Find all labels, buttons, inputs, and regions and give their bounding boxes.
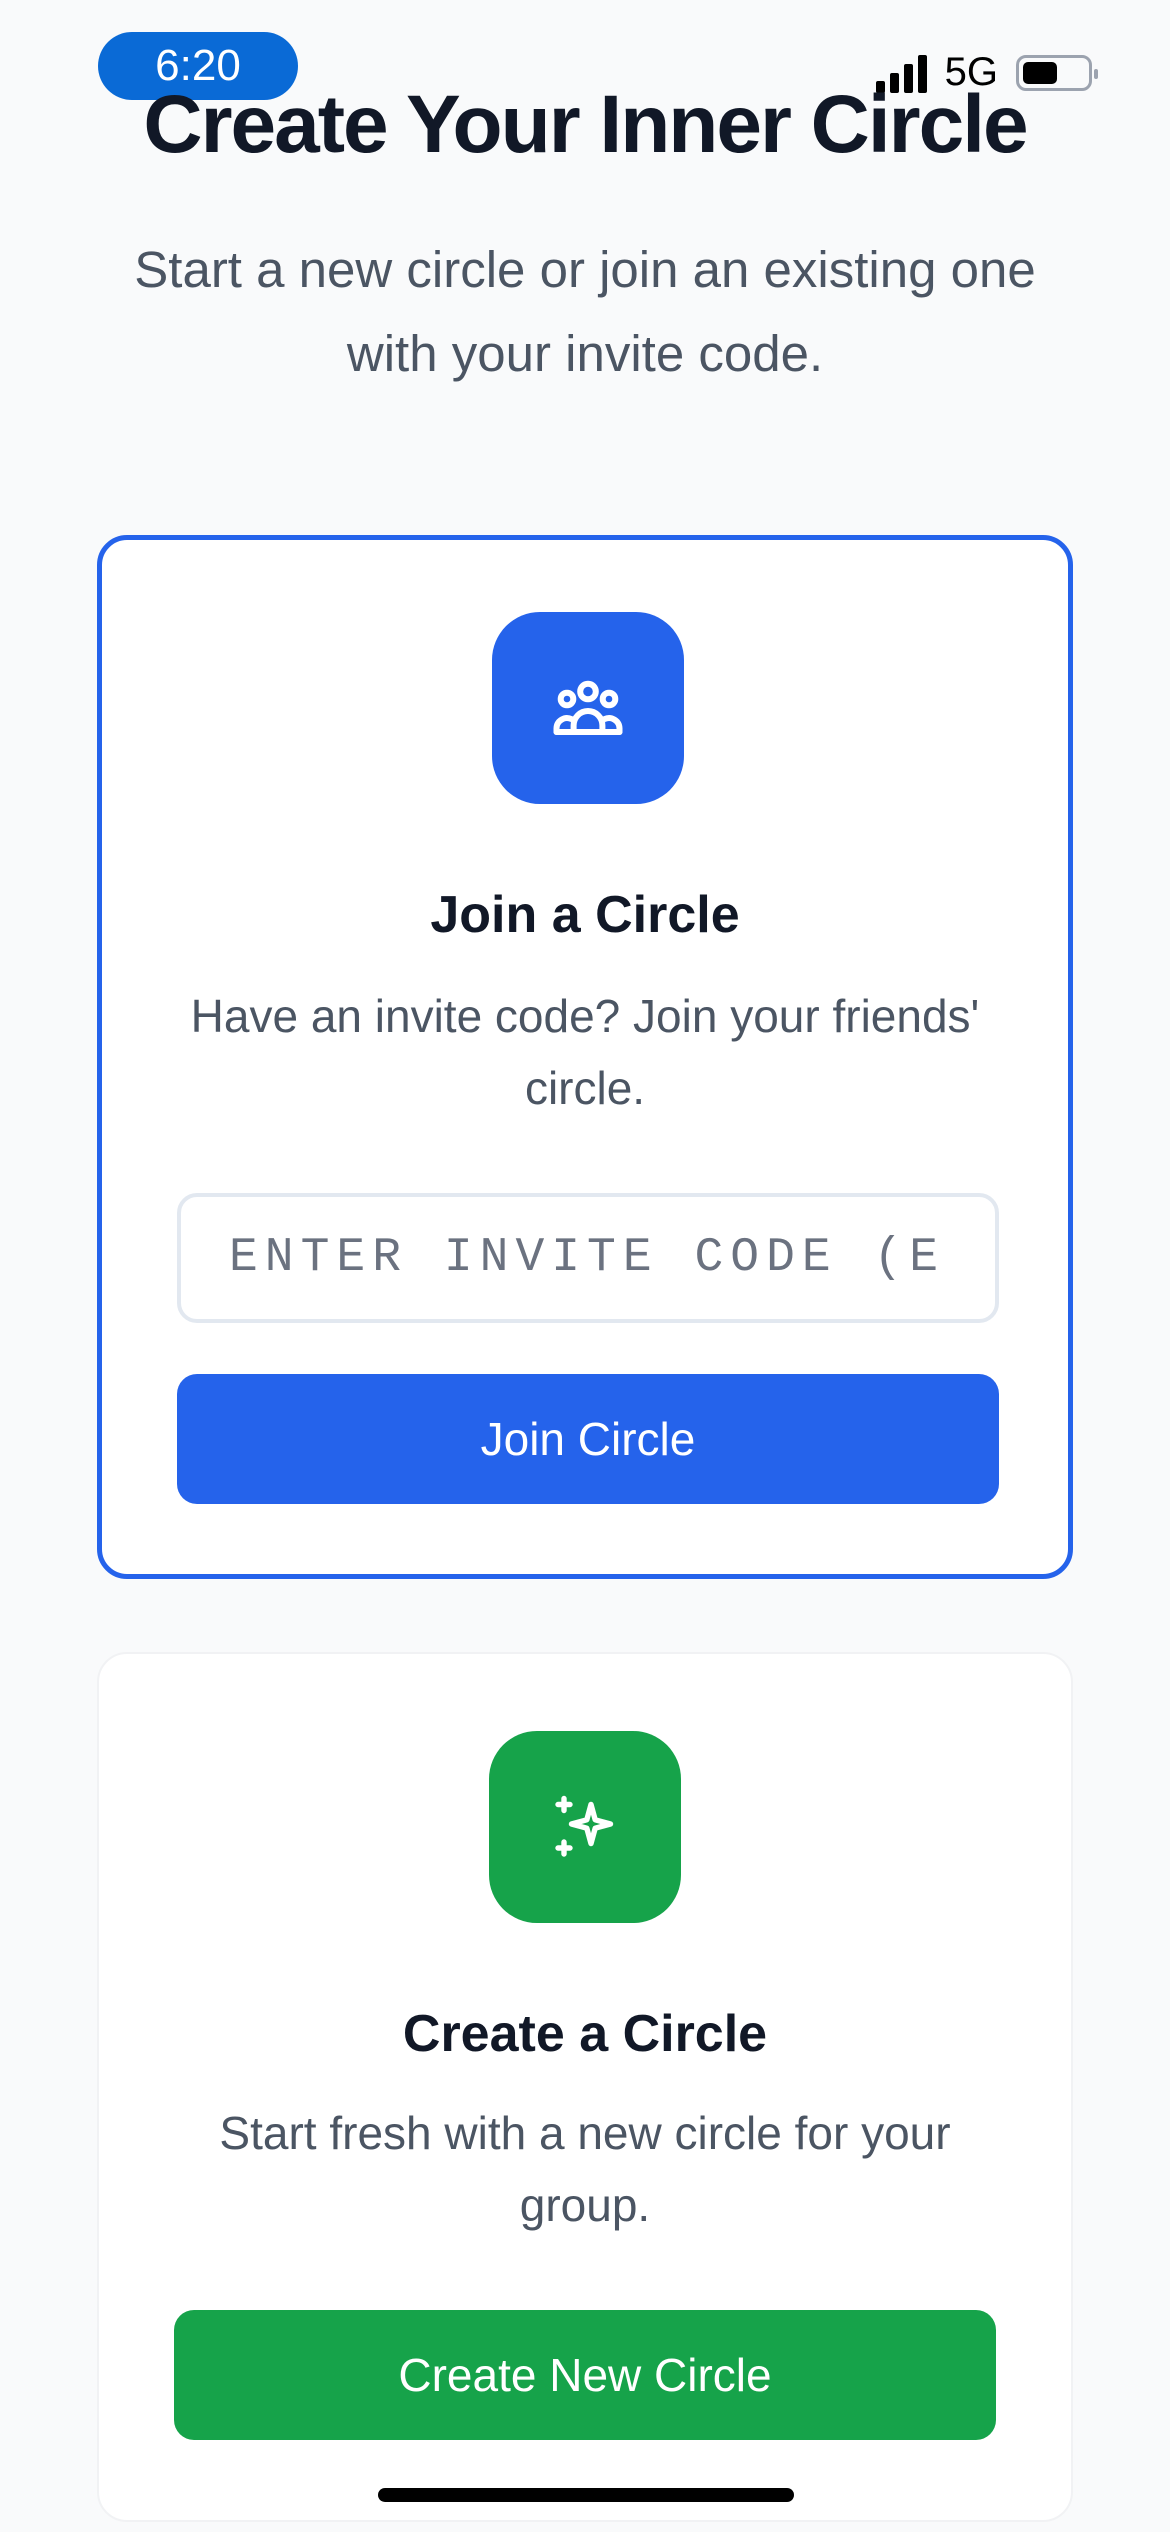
sparkles-icon	[555, 1795, 614, 1857]
create-new-circle-button[interactable]: Create New Circle	[174, 2310, 996, 2440]
page-title: Create Your Inner Circle	[143, 79, 1028, 170]
create-card-description: Start fresh with a new circle for your g…	[219, 2107, 951, 2231]
invite-code-input[interactable]	[177, 1193, 999, 1323]
create-circle-card: Create a Circle Start fresh with a new c…	[97, 1652, 1073, 2522]
page-subtitle: Start a new circle or join an existing o…	[134, 241, 1036, 382]
create-icon-badge	[489, 1731, 681, 1923]
join-circle-card: Join a Circle Have an invite code? Join …	[97, 535, 1073, 1579]
create-card-title: Create a Circle	[402, 2005, 768, 2063]
join-card-description: Have an invite code? Join your friends' …	[190, 990, 980, 1114]
screen: 6:20 5G Create Your Inner Circle Start a…	[0, 0, 1170, 2532]
home-indicator[interactable]	[378, 2488, 794, 2502]
join-icon-badge	[492, 612, 684, 804]
join-card-title: Join a Circle	[430, 886, 740, 944]
users-group-icon	[553, 680, 623, 735]
join-circle-button[interactable]: Join Circle	[177, 1374, 999, 1504]
